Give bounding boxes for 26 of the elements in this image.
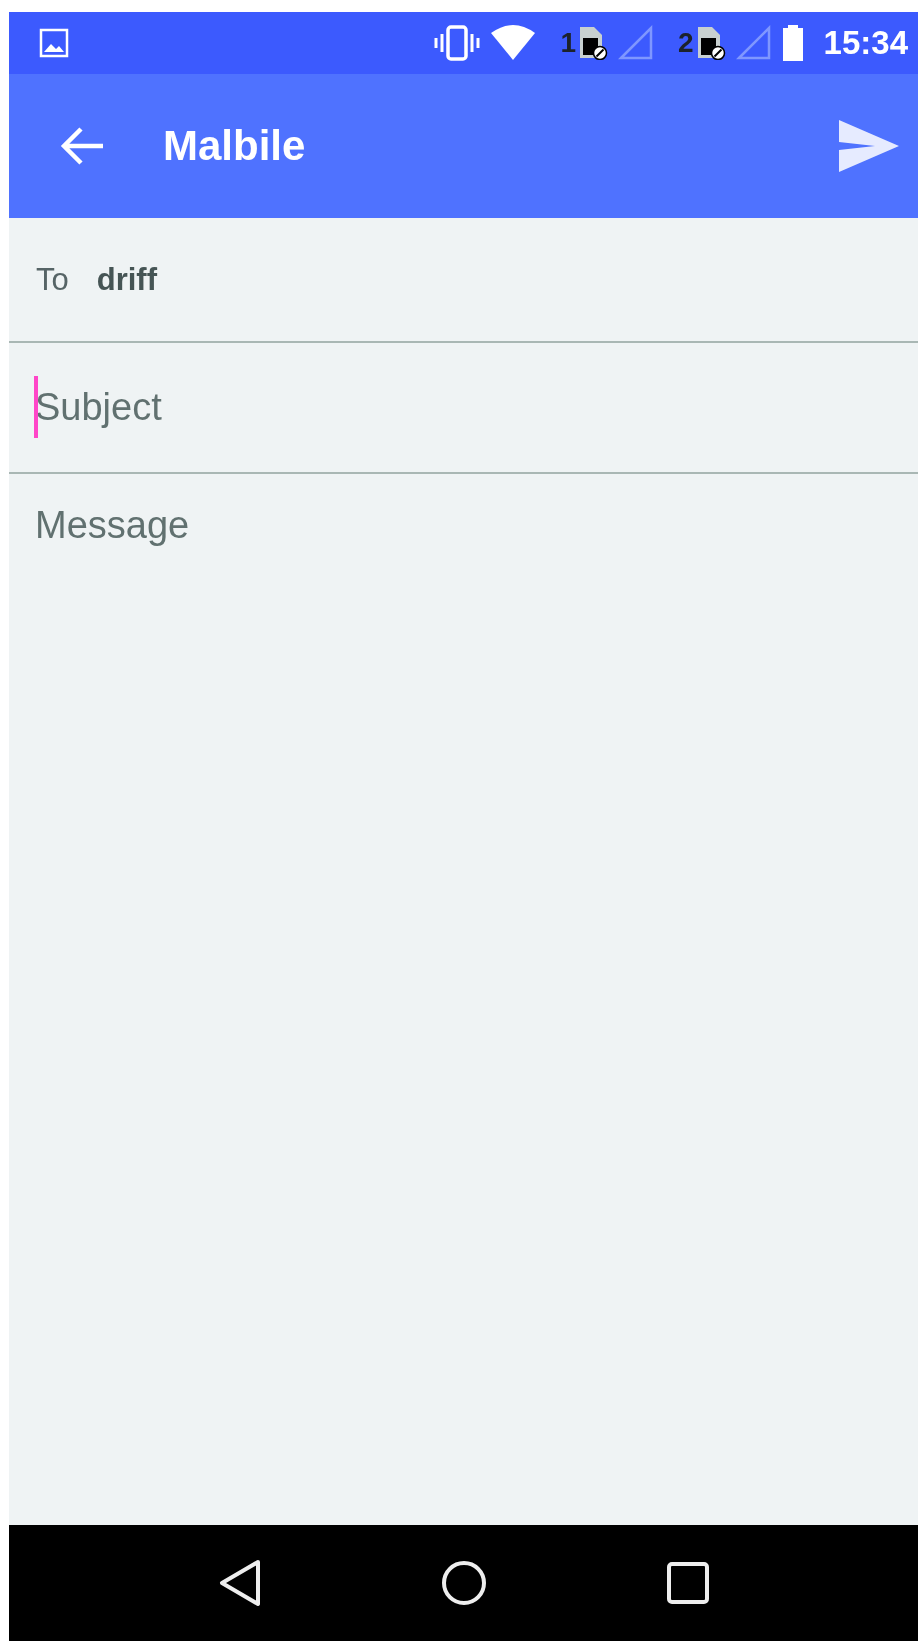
wifi-icon [490, 25, 537, 61]
square-icon [666, 1562, 709, 1604]
vibrate-icon [434, 25, 481, 61]
home-button[interactable] [440, 1560, 487, 1606]
back-arrow-icon [59, 126, 105, 166]
signal-icon [735, 25, 772, 61]
back-button[interactable] [59, 126, 105, 166]
message-field[interactable]: Message [35, 504, 855, 584]
clock-time: 15:34 [823, 24, 908, 62]
recents-button[interactable] [666, 1562, 709, 1604]
recipient-name: driff [96, 261, 157, 298]
send-button[interactable] [838, 119, 900, 173]
signal-icon [618, 25, 654, 61]
image-icon [39, 28, 69, 58]
sim-card-icon [578, 26, 608, 60]
subject-field[interactable]: Subject [35, 386, 855, 429]
send-icon [838, 119, 900, 173]
home-circle-icon [440, 1560, 487, 1606]
to-label: To [36, 261, 69, 298]
back-nav-button[interactable] [218, 1559, 261, 1607]
sim-slot-label: 2 [678, 27, 694, 59]
sim-card-icon [695, 26, 726, 60]
sim-slot-label: 1 [560, 27, 576, 59]
app-title: Malbile [163, 122, 307, 170]
back-triangle-icon [218, 1559, 261, 1607]
battery-icon [781, 25, 804, 61]
